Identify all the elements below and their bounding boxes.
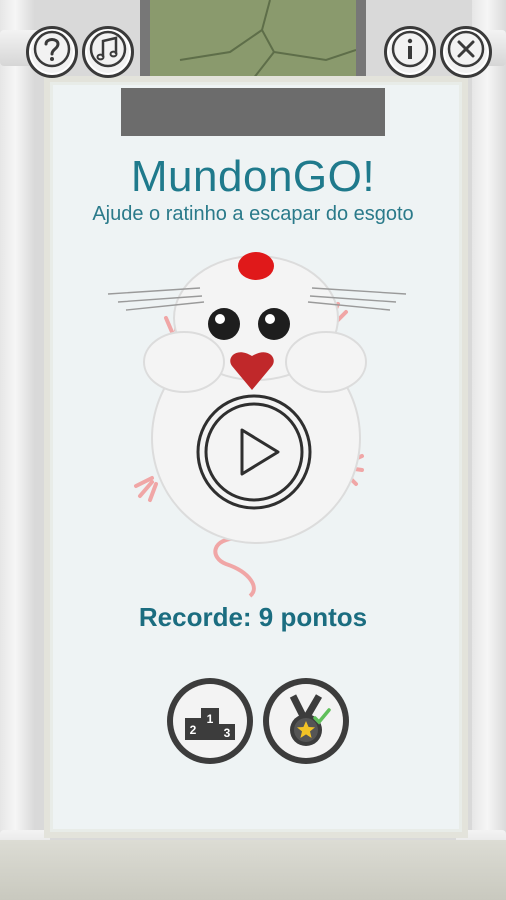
medal-icon: [289, 694, 331, 746]
sewer-grate-moss: [150, 0, 357, 89]
right-pipe: [472, 0, 506, 900]
help-button[interactable]: [26, 26, 78, 78]
left-pipe: [0, 0, 34, 900]
podium-label-first: 1: [207, 712, 214, 726]
music-button[interactable]: [82, 26, 134, 78]
record-score: Recorde: 9 pontos: [138, 602, 368, 632]
sewer-grate-base: [121, 88, 385, 136]
info-icon: [390, 29, 430, 76]
close-icon: [446, 29, 486, 76]
sewer-floor: [0, 840, 506, 900]
music-note-icon: [88, 29, 128, 76]
grate-cracks: [179, 0, 357, 89]
podium-label-third: 3: [224, 726, 231, 740]
podium-icon: 2 1 3: [185, 708, 235, 740]
info-button[interactable]: [384, 26, 436, 78]
close-button[interactable]: [440, 26, 492, 78]
play-button[interactable]: [196, 394, 312, 510]
podium-label-second: 2: [190, 723, 197, 737]
game-subtitle: Ajude o ratinho a escapar do esgoto: [92, 203, 414, 225]
question-mark-icon: [32, 29, 72, 76]
game-title: MundonGO!: [130, 152, 376, 201]
achievements-button[interactable]: [263, 678, 349, 764]
ranking-button[interactable]: 2 1 3: [167, 678, 253, 764]
